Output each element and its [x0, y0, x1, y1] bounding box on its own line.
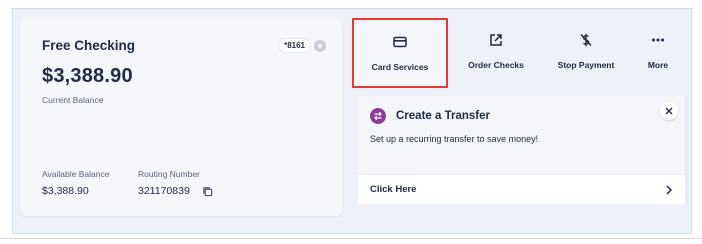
routing-number: 321170839 [138, 185, 190, 197]
transfer-icon [370, 108, 386, 124]
account-mask-toggle[interactable]: *8161 [279, 39, 326, 52]
current-balance: $3,388.90 [42, 65, 133, 87]
panel-scrollbar[interactable] [685, 96, 688, 204]
account-card[interactable]: Free Checking *8161 $3,388.90 Current Ba… [20, 18, 342, 216]
chevron-right-icon [666, 185, 673, 195]
dollar-slash-icon [580, 33, 592, 47]
close-button[interactable] [660, 102, 678, 120]
card-services-button[interactable]: Card Services [352, 18, 448, 88]
stop-payment-button[interactable]: Stop Payment [544, 18, 628, 88]
current-balance-label: Current Balance [42, 95, 104, 105]
credit-card-icon [393, 36, 407, 48]
click-here-link[interactable]: Click Here [358, 174, 688, 204]
order-checks-button[interactable]: Order Checks [448, 18, 544, 88]
account-name: Free Checking [42, 38, 136, 53]
transfer-title: Create a Transfer [396, 110, 490, 122]
account-number-mask: *8161 [279, 39, 310, 52]
transfer-description: Set up a recurring transfer to save mone… [370, 134, 539, 144]
eye-icon[interactable] [314, 39, 326, 52]
quick-actions: Card Services Order Checks Stop Payment … [352, 18, 688, 88]
available-balance: $3,388.90 [42, 185, 89, 197]
card-services-label: Card Services [371, 62, 429, 72]
available-balance-label: Available Balance [42, 169, 110, 179]
more-button[interactable]: More [628, 18, 688, 88]
routing-number-label: Routing Number [138, 169, 200, 179]
external-link-icon [490, 34, 502, 46]
more-dots-icon [652, 38, 664, 42]
create-transfer-panel: Create a Transfer Set up a recurring tra… [358, 96, 688, 204]
transfer-promo: Create a Transfer Set up a recurring tra… [358, 96, 688, 174]
more-label: More [647, 60, 669, 70]
copy-icon[interactable] [202, 186, 213, 197]
close-icon [665, 107, 673, 115]
order-checks-label: Order Checks [468, 60, 524, 70]
stop-payment-label: Stop Payment [557, 60, 615, 70]
click-here-label: Click Here [370, 184, 417, 195]
bottom-divider [0, 238, 702, 239]
